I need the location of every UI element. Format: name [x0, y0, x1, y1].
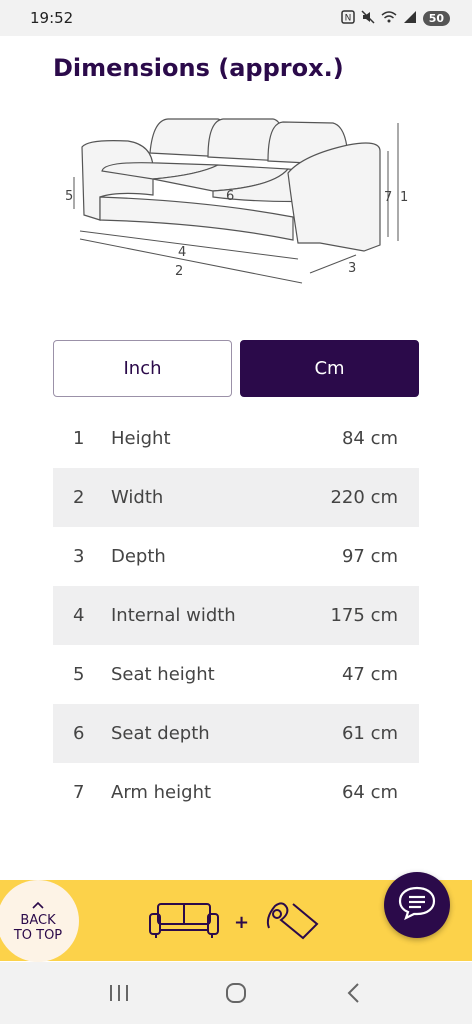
- plus-sign: +: [234, 911, 250, 933]
- rug-icon: [263, 898, 319, 946]
- table-row: 4 Internal width 175 cm: [53, 586, 419, 645]
- table-row: 1 Height 84 cm: [53, 409, 419, 468]
- system-nav-bar: [0, 962, 472, 1024]
- cm-button[interactable]: Cm: [240, 340, 419, 397]
- recent-apps-button[interactable]: [99, 973, 139, 1013]
- home-button[interactable]: [216, 973, 256, 1013]
- back-button[interactable]: [333, 973, 373, 1013]
- diagram-label-5: 5: [65, 189, 73, 204]
- status-bar: 19:52 N 50: [0, 0, 472, 36]
- diagram-label-1: 1: [400, 190, 408, 205]
- chevron-up-icon: [32, 900, 44, 910]
- row-number: 7: [73, 782, 85, 803]
- page-title: Dimensions (approx.): [53, 54, 344, 82]
- row-number: 6: [73, 723, 85, 744]
- diagram-label-3: 3: [348, 261, 356, 276]
- row-value: 47 cm: [341, 664, 398, 685]
- dimensions-table: 1 Height 84 cm 2 Width 220 cm 3 Depth 97…: [53, 409, 419, 822]
- row-label: Depth: [111, 546, 166, 567]
- inch-button[interactable]: Inch: [53, 340, 232, 397]
- mute-icon: [361, 9, 375, 27]
- row-value: 64 cm: [341, 782, 398, 803]
- table-row: 2 Width 220 cm: [53, 468, 419, 527]
- svg-text:N: N: [344, 13, 351, 23]
- table-row: 7 Arm height 64 cm: [53, 763, 419, 822]
- row-value: 97 cm: [341, 546, 398, 567]
- battery-indicator: 50: [422, 10, 450, 26]
- row-label: Internal width: [111, 605, 236, 626]
- diagram-label-2: 2: [175, 264, 183, 279]
- row-label: Width: [111, 487, 164, 508]
- promo-icons: +: [148, 898, 328, 946]
- table-row: 5 Seat height 47 cm: [53, 645, 419, 704]
- back-to-top-line1: BACK: [20, 912, 56, 928]
- nfc-icon: N: [340, 9, 355, 27]
- sofa-icon: [148, 900, 220, 944]
- diagram-label-7: 7: [384, 190, 392, 205]
- back-to-top-button[interactable]: BACK TO TOP: [0, 880, 79, 962]
- row-number: 5: [73, 664, 85, 685]
- row-number: 4: [73, 605, 85, 626]
- diagram-label-4: 4: [178, 245, 186, 260]
- signal-icon: [403, 10, 417, 27]
- table-row: 3 Depth 97 cm: [53, 527, 419, 586]
- status-icons: N 50: [340, 9, 450, 27]
- row-label: Seat depth: [111, 723, 210, 744]
- unit-toggle: Inch Cm: [53, 340, 419, 397]
- row-number: 3: [73, 546, 85, 567]
- wifi-icon: [381, 10, 397, 27]
- chat-icon: [397, 885, 437, 925]
- row-number: 2: [73, 487, 85, 508]
- row-value: 220 cm: [330, 487, 398, 508]
- table-row: 6 Seat depth 61 cm: [53, 704, 419, 763]
- row-label: Seat height: [111, 664, 215, 685]
- row-value: 84 cm: [341, 428, 398, 449]
- chat-button[interactable]: [384, 872, 450, 938]
- row-label: Height: [111, 428, 171, 449]
- status-time: 19:52: [30, 9, 74, 27]
- row-value: 175 cm: [330, 605, 398, 626]
- diagram-label-6: 6: [226, 189, 234, 204]
- row-label: Arm height: [111, 782, 212, 803]
- row-number: 1: [73, 428, 85, 449]
- sofa-dimensions-diagram: 1 2 3 4 5 6 7: [65, 118, 408, 284]
- back-to-top-line2: TO TOP: [13, 927, 63, 943]
- row-value: 61 cm: [341, 723, 398, 744]
